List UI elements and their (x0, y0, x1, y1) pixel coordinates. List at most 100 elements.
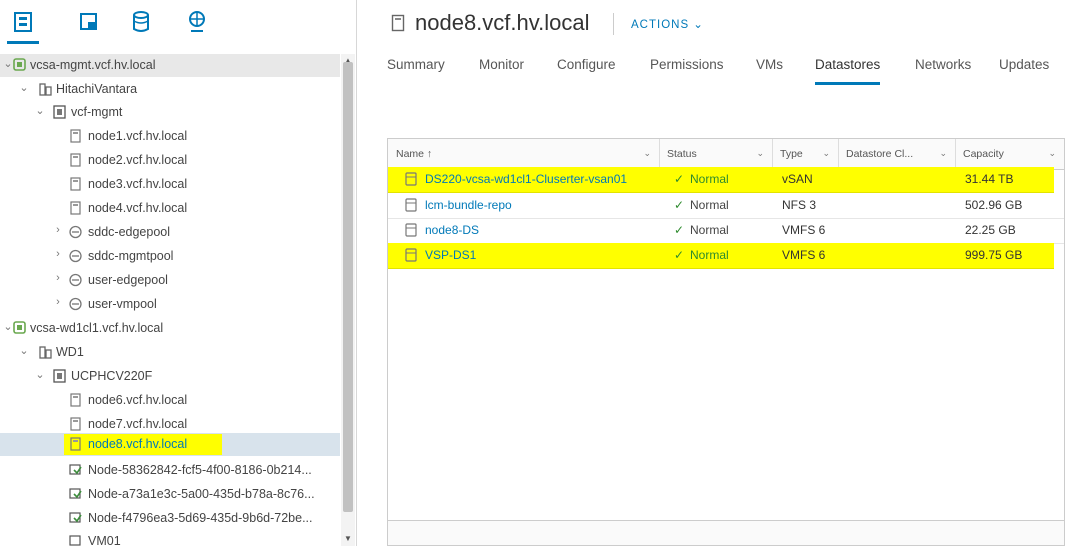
resource-pool-icon (68, 248, 83, 264)
column-label: Capacity (963, 148, 1004, 160)
tree-item-vcsa-wd1cl1[interactable]: ⌄ vcsa-wd1cl1.vcf.hv.local (0, 317, 340, 340)
main-panel: node8.vcf.hv.local ACTIONS ⌄ Summary Mon… (357, 0, 1066, 546)
table-row[interactable]: DS220-vcsa-wd1cl1-Cluserter-vsan01 ✓ Nor… (388, 167, 1054, 193)
grid-header: Name ↑ ⌄ Status ⌄ Type ⌄ Datastore Cl...… (388, 139, 1064, 170)
title-divider (613, 13, 614, 35)
tab-vms[interactable]: VMs (756, 57, 783, 72)
tree-item-user-vmpool[interactable]: › user-vmpool (0, 293, 340, 316)
scrollbar-thumb[interactable] (343, 62, 353, 512)
tree-item-node8[interactable]: node8.vcf.hv.local (0, 433, 340, 456)
networking-icon[interactable] (186, 10, 208, 34)
datastore-name-link[interactable]: DS220-vcsa-wd1cl1-Cluserter-vsan01 (425, 172, 627, 186)
status-ok-icon: ✓ (674, 248, 685, 262)
tree-item-vcsa-mgmt[interactable]: ⌄ vcsa-mgmt.vcf.hv.local (0, 54, 340, 77)
chevron-down-icon[interactable]: ⌄ (34, 368, 46, 381)
filter-dropdown-icon[interactable]: ⌄ (822, 148, 830, 159)
filter-dropdown-icon[interactable]: ⌄ (1048, 148, 1056, 159)
inventory-tree: ⌄ vcsa-mgmt.vcf.hv.local ⌄ HitachiVantar… (0, 54, 340, 546)
cluster-icon (52, 104, 67, 120)
tab-permissions[interactable]: Permissions (650, 57, 724, 72)
tree-item-node-a73a1e3c[interactable]: Node-a73a1e3c-5a00-435d-b78a-8c76... (0, 483, 340, 506)
tree-item-sddc-edgepool[interactable]: › sddc-edgepool (0, 221, 340, 244)
tree-item-node-58362842[interactable]: Node-58362842-fcf5-4f00-8186-0b214... (0, 459, 340, 482)
chevron-down-icon[interactable]: ⌄ (34, 104, 46, 117)
status-text: Normal (690, 248, 729, 262)
type-text: NFS 3 (782, 198, 817, 212)
tree-item-node-f4796ea3[interactable]: Node-f4796ea3-5d69-435d-9b6d-72be... (0, 507, 340, 530)
tree-item-label: vcf-mgmt (71, 105, 123, 119)
filter-dropdown-icon[interactable]: ⌄ (756, 148, 764, 159)
tab-datastores[interactable]: Datastores (815, 57, 881, 85)
vms-templates-icon[interactable] (78, 10, 100, 34)
tab-networks[interactable]: Networks (915, 57, 971, 72)
datastore-icon (405, 223, 417, 237)
chevron-right-icon[interactable]: › (52, 224, 64, 236)
tree-item-vcf-mgmt[interactable]: ⌄ vcf-mgmt (0, 101, 340, 124)
page-title: node8.vcf.hv.local (415, 10, 590, 35)
tab-monitor[interactable]: Monitor (479, 57, 524, 72)
datastore-icon (405, 172, 417, 186)
type-text: vSAN (782, 172, 813, 186)
tree-item-wd1[interactable]: ⌄ WD1 (0, 341, 340, 364)
table-row[interactable]: VSP-DS1 ✓ Normal VMFS 6 999.75 GB (388, 243, 1054, 269)
tree-item-node4[interactable]: node4.vcf.hv.local (0, 197, 340, 220)
tree-item-label: node6.vcf.hv.local (88, 393, 188, 407)
column-header-capacity[interactable]: Capacity ⌄ (955, 139, 1064, 169)
tree-item-sddc-mgmtpool[interactable]: › sddc-mgmtpool (0, 245, 340, 268)
hosts-clusters-icon[interactable] (7, 10, 39, 44)
filter-dropdown-icon[interactable]: ⌄ (643, 148, 651, 159)
column-label: Status (667, 148, 697, 160)
tree-item-node1[interactable]: node1.vcf.hv.local (0, 125, 340, 148)
tree-item-label: user-edgepool (88, 273, 168, 287)
column-header-name[interactable]: Name ↑ ⌄ (388, 139, 660, 169)
table-row[interactable]: lcm-bundle-repo ✓ Normal NFS 3 502.96 GB (388, 193, 1064, 219)
tree-item-ucphcv220f[interactable]: ⌄ UCPHCV220F (0, 365, 340, 388)
tree-item-hitachivantara[interactable]: ⌄ HitachiVantara (0, 78, 340, 101)
capacity-text: 502.96 GB (965, 198, 1023, 212)
datastore-name-link[interactable]: VSP-DS1 (425, 248, 476, 262)
host-icon (68, 416, 83, 432)
scroll-down-icon[interactable]: ▼ (343, 534, 353, 544)
tree-item-label: sddc-mgmtpool (88, 249, 174, 263)
tab-updates[interactable]: Updates (999, 57, 1049, 72)
column-header-status[interactable]: Status ⌄ (659, 139, 773, 169)
chevron-down-icon[interactable]: ⌄ (18, 344, 30, 357)
column-header-datastore-cluster[interactable]: Datastore Cl... ⌄ (838, 139, 956, 169)
navigator-scrollbar[interactable]: ▲ ▼ (341, 54, 355, 546)
status-ok-icon: ✓ (674, 172, 685, 186)
chevron-right-icon[interactable]: › (52, 272, 64, 284)
status-text: Normal (690, 223, 729, 237)
tree-item-label: Node-a73a1e3c-5a00-435d-b78a-8c76... (88, 487, 315, 501)
tree-item-label: node4.vcf.hv.local (88, 201, 188, 215)
table-row[interactable]: node8-DS ✓ Normal VMFS 6 22.25 GB (388, 218, 1064, 244)
host-icon (68, 436, 83, 452)
datastore-icon (405, 248, 417, 262)
chevron-down-icon[interactable]: ⌄ (18, 81, 30, 94)
tab-summary[interactable]: Summary (387, 57, 445, 72)
datastores-grid: Name ↑ ⌄ Status ⌄ Type ⌄ Datastore Cl...… (387, 138, 1065, 546)
tree-item-node6[interactable]: node6.vcf.hv.local (0, 389, 340, 412)
tree-item-node2[interactable]: node2.vcf.hv.local (0, 149, 340, 172)
actions-menu-button[interactable]: ACTIONS ⌄ (631, 17, 704, 31)
tree-item-label: Node-58362842-fcf5-4f00-8186-0b214... (88, 463, 312, 477)
tree-item-label: vcsa-wd1cl1.vcf.hv.local (30, 321, 164, 335)
vm-icon (68, 533, 83, 546)
tab-configure[interactable]: Configure (557, 57, 616, 72)
chevron-right-icon[interactable]: › (52, 296, 64, 308)
tree-item-node3[interactable]: node3.vcf.hv.local (0, 173, 340, 196)
type-text: VMFS 6 (782, 248, 826, 262)
tree-item-user-edgepool[interactable]: › user-edgepool (0, 269, 340, 292)
status-text: Normal (690, 198, 729, 212)
datastore-name-link[interactable]: node8-DS (425, 223, 479, 237)
datastore-name-link[interactable]: lcm-bundle-repo (425, 198, 512, 212)
capacity-text: 999.75 GB (965, 248, 1023, 262)
filter-dropdown-icon[interactable]: ⌄ (939, 148, 947, 159)
chevron-right-icon[interactable]: › (52, 248, 64, 260)
host-icon (68, 152, 83, 168)
column-header-type[interactable]: Type ⌄ (772, 139, 839, 169)
resource-pool-icon (68, 272, 83, 288)
storage-icon[interactable] (130, 10, 152, 34)
tree-item-vm01[interactable]: VM01 (0, 530, 340, 546)
resource-pool-icon (68, 224, 83, 240)
column-label: Type (780, 148, 803, 160)
